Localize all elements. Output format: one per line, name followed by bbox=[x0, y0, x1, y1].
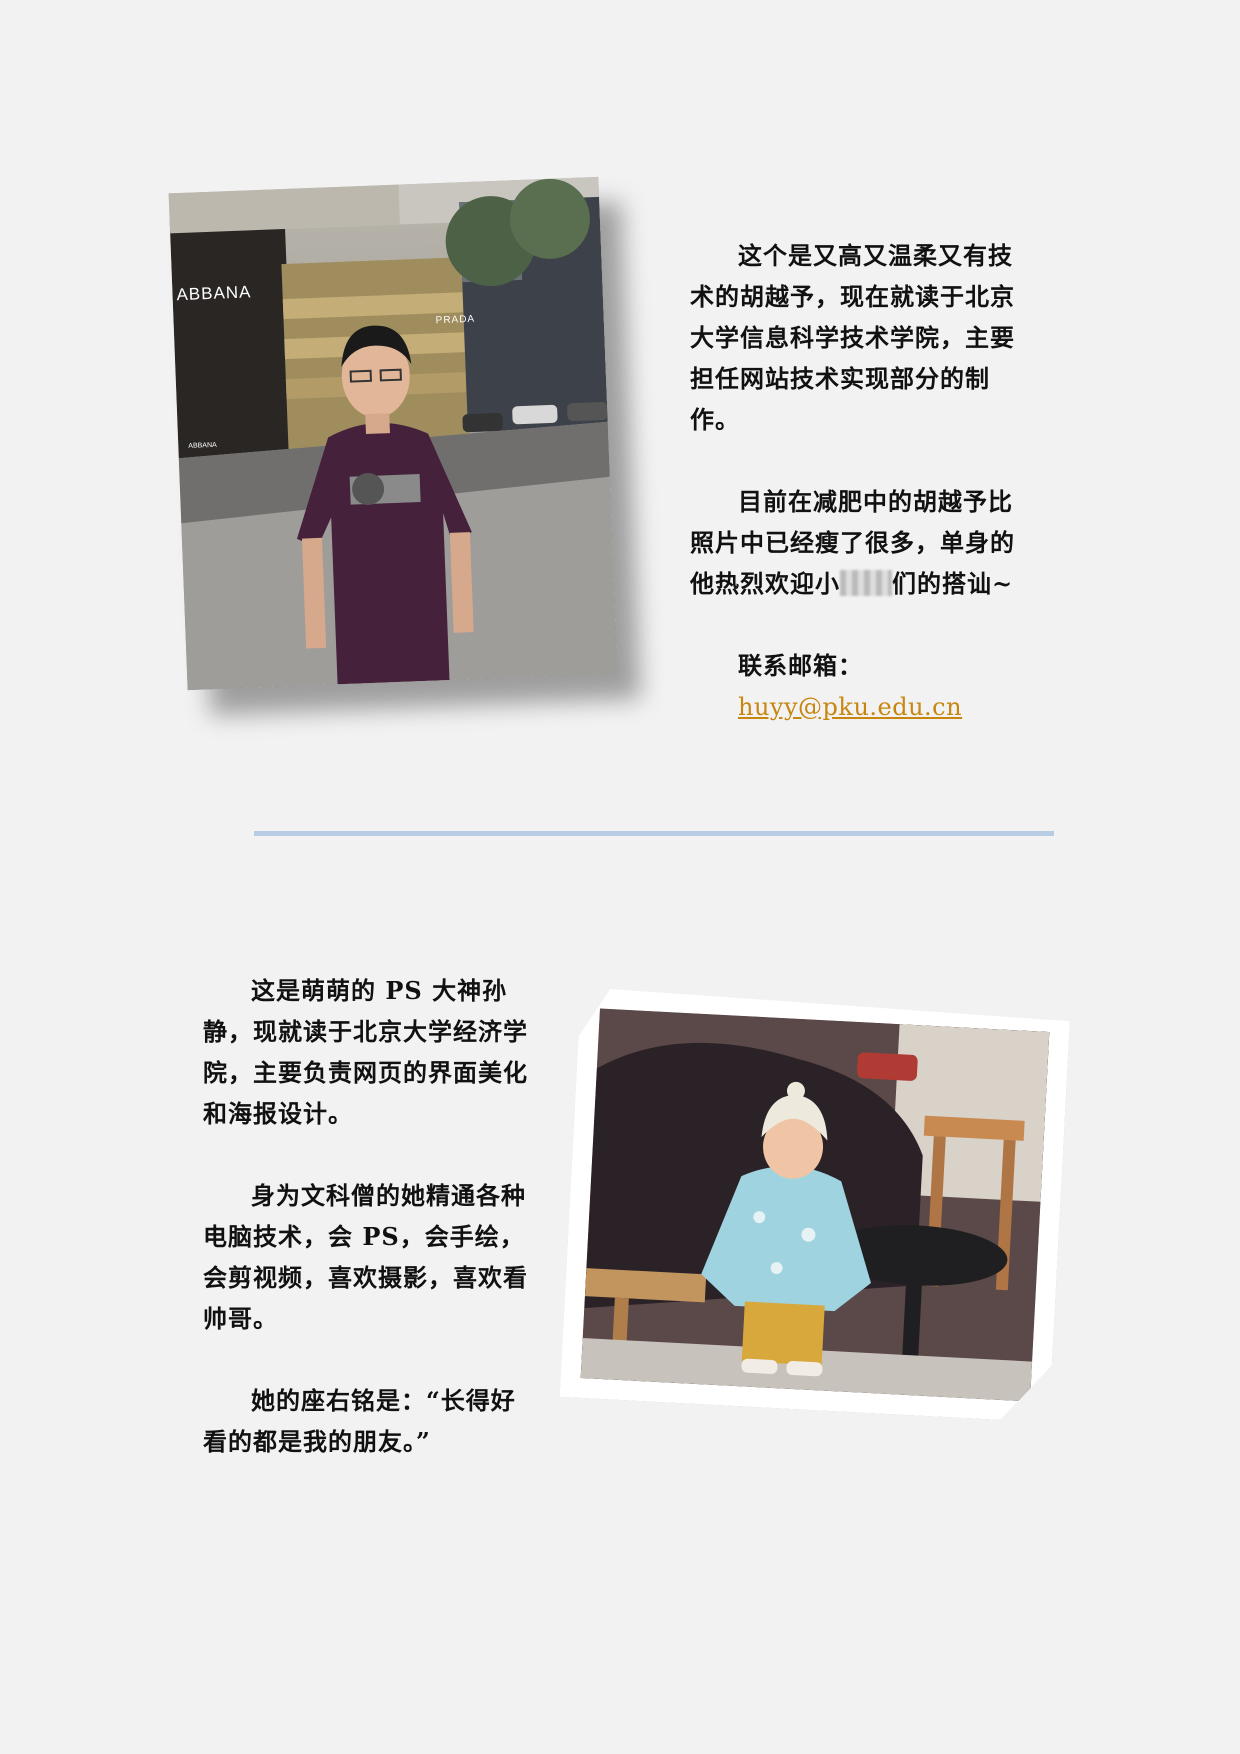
intro-paragraph-1: 这是萌萌的 PS 大神孙静，现就读于北京大学经济学院，主要负责网页的界面美化和海… bbox=[203, 976, 528, 1128]
profile-photo-sunjing bbox=[560, 987, 1071, 1422]
motto-paragraph: 她的座右铭是：“长得好看的都是我的朋友。” bbox=[203, 1386, 516, 1456]
store-sign-abbana: ABBANA bbox=[176, 282, 252, 305]
intro-paragraph-2: 身为文科僧的她精通各种电脑技术，会 PS，会手绘，会剪视频，喜欢摄影，喜欢看帅哥… bbox=[203, 1181, 528, 1333]
contact-label: 联系邮箱： bbox=[738, 651, 863, 680]
store-sign-abbana-small: ABBANA bbox=[188, 441, 217, 450]
blurred-text bbox=[840, 570, 892, 596]
intro-text-huyueyu: 这个是又高又温柔又有技术的胡越予，现在就读于北京大学信息科学技术学院，主要担任网… bbox=[690, 235, 1015, 728]
intro-paragraph-1: 这个是又高又温柔又有技术的胡越予，现在就读于北京大学信息科学技术学院，主要担任网… bbox=[690, 241, 1015, 434]
section-divider bbox=[254, 831, 1054, 836]
profile-photo-huyueyu: ABBANA PRADA ABBANA bbox=[168, 176, 618, 691]
store-sign-prada: PRADA bbox=[435, 313, 476, 327]
intro-text-sunjing: 这是萌萌的 PS 大神孙静，现就读于北京大学经济学院，主要负责网页的界面美化和海… bbox=[203, 970, 533, 1462]
intro-paragraph-2: 目前在减肥中的胡越予比照片中已经瘦了很多，单身的他热烈欢迎小 们的搭讪~ bbox=[690, 487, 1015, 598]
email-link[interactable]: huyy@pku.edu.cn bbox=[738, 693, 962, 721]
